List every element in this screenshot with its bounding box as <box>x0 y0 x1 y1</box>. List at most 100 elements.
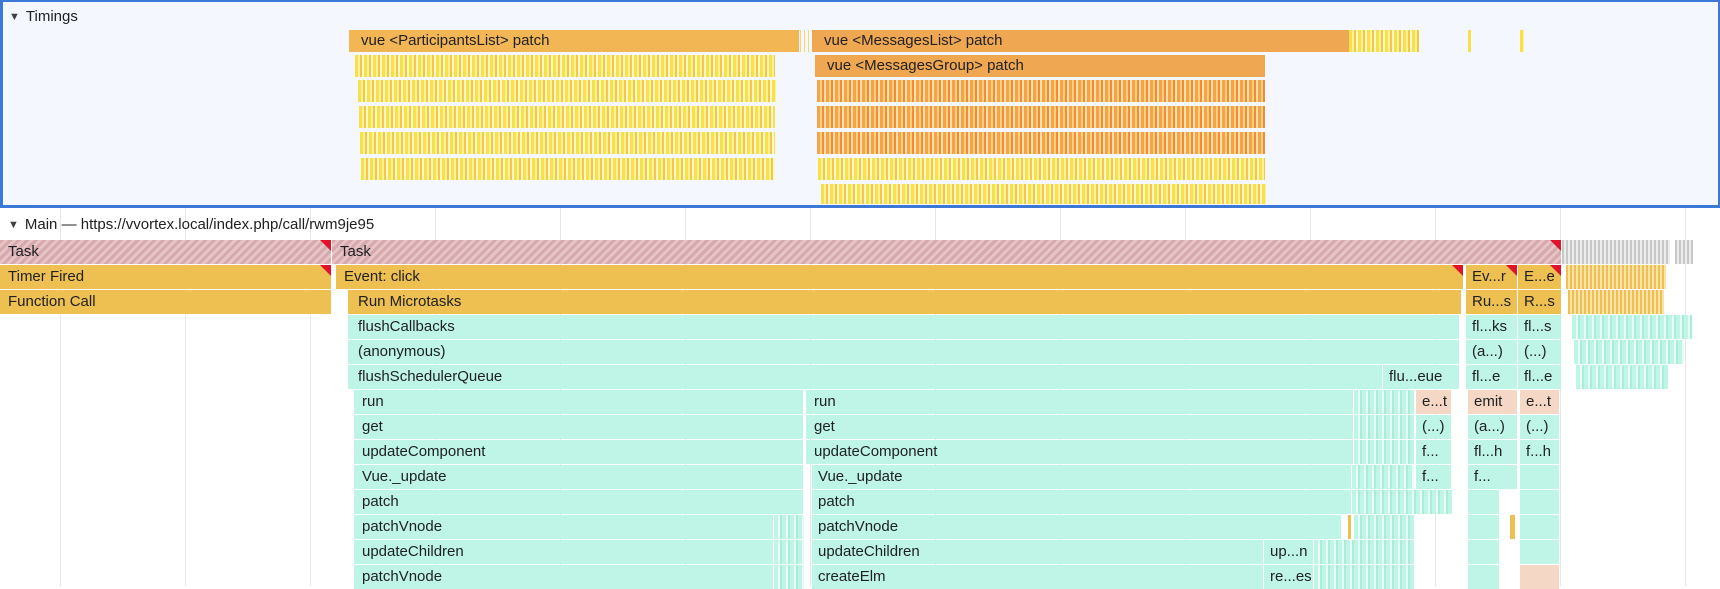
flame-slice[interactable]: e...t <box>1520 390 1560 414</box>
flame-slice[interactable]: fl...e <box>1466 365 1518 389</box>
flame-slice[interactable]: flushSchedulerQueue <box>348 365 1383 389</box>
flame-slice[interactable] <box>1468 540 1500 564</box>
flame-slice[interactable]: Run Microtasks <box>348 290 1462 314</box>
timing-mark-cluster[interactable] <box>360 132 775 154</box>
flame-slice[interactable]: get <box>354 415 804 439</box>
flame-slice[interactable]: patch <box>812 490 1352 514</box>
flame-slice[interactable]: Ev...r <box>1466 265 1518 289</box>
timing-mark-cluster[interactable] <box>359 106 775 128</box>
timing-mark-cluster[interactable] <box>818 158 1265 180</box>
flame-slice[interactable] <box>1520 490 1560 514</box>
flame-slice-cluster[interactable] <box>1568 290 1664 314</box>
flame-slice[interactable]: f... <box>1416 440 1452 464</box>
flame-slice[interactable]: patchVnode <box>812 515 1342 539</box>
collapse-triangle-icon[interactable]: ▼ <box>8 219 19 231</box>
timings-track-header[interactable]: ▼ Timings <box>9 8 78 25</box>
flame-slice[interactable]: updateComponent <box>806 440 1354 464</box>
timing-mark-cluster[interactable] <box>817 132 1265 154</box>
flame-slice[interactable] <box>1520 565 1560 589</box>
flame-slice[interactable]: (a...) <box>1466 340 1518 364</box>
timing-mark-cluster[interactable] <box>817 106 1265 128</box>
flame-slice[interactable]: f... <box>1468 465 1518 489</box>
flame-slice-cluster[interactable] <box>1354 415 1414 439</box>
flame-slice[interactable]: patch <box>354 490 804 514</box>
flame-slice[interactable] <box>1468 515 1500 539</box>
flame-slice[interactable]: f...h <box>1520 440 1560 464</box>
flame-slice[interactable]: flushCallbacks <box>348 315 1460 339</box>
flame-slice[interactable] <box>1520 515 1560 539</box>
timing-messages-patch[interactable]: vue <MessagesList> patch <box>812 30 1349 52</box>
flame-slice-cluster[interactable] <box>774 565 804 589</box>
flame-slice-cluster[interactable] <box>774 540 804 564</box>
timing-messages-group-patch[interactable]: vue <MessagesGroup> patch <box>815 55 1265 77</box>
flame-slice-cluster[interactable] <box>1562 240 1670 264</box>
flame-slice[interactable]: patchVnode <box>354 515 774 539</box>
flame-slice-cluster[interactable] <box>1354 390 1414 414</box>
flame-slice-cluster[interactable] <box>1566 265 1666 289</box>
flame-slice[interactable]: E...e <box>1518 265 1562 289</box>
flame-slice[interactable]: (...) <box>1518 340 1562 364</box>
main-track-header[interactable]: ▼ Main — https://vvortex.local/index.php… <box>8 216 374 233</box>
main-thread-track[interactable]: ▼ Main — https://vvortex.local/index.php… <box>0 210 1720 589</box>
flame-slice-cluster[interactable] <box>1352 465 1414 489</box>
flame-slice[interactable]: Vue._update <box>354 465 804 489</box>
timing-mark-cluster[interactable] <box>800 30 810 52</box>
flame-slice[interactable] <box>1468 565 1500 589</box>
flame-slice[interactable]: updateComponent <box>354 440 804 464</box>
flame-slice-cluster[interactable] <box>1675 240 1693 264</box>
flame-slice-cluster[interactable] <box>1314 540 1414 564</box>
flame-slice[interactable]: patchVnode <box>354 565 774 589</box>
flame-slice[interactable]: (anonymous) <box>348 340 1460 364</box>
flame-slice[interactable]: Function Call <box>0 290 332 314</box>
flame-slice[interactable]: f... <box>1416 465 1452 489</box>
flame-slice[interactable]: Timer Fired <box>0 265 332 289</box>
flame-slice[interactable] <box>1520 540 1560 564</box>
flame-slice[interactable]: run <box>354 390 804 414</box>
timing-participants-patch[interactable]: vue <ParticipantsList> patch <box>349 30 799 52</box>
flame-slice[interactable]: re...es <box>1264 565 1314 589</box>
flame-slice-cluster[interactable] <box>1576 365 1668 389</box>
flame-slice[interactable]: Ru...s <box>1466 290 1518 314</box>
timing-mark-cluster[interactable] <box>355 55 775 77</box>
flame-slice-cluster[interactable] <box>774 515 804 539</box>
flame-slice[interactable]: e...t <box>1416 390 1452 414</box>
flame-slice[interactable]: Event: click <box>336 265 1464 289</box>
flame-slice[interactable]: up...n <box>1264 540 1314 564</box>
flame-slice-cluster[interactable] <box>1574 340 1684 364</box>
flame-slice-cluster[interactable] <box>1354 440 1414 464</box>
timings-track[interactable]: ▼ Timings vue <ParticipantsList> patch v… <box>0 0 1720 208</box>
timing-mark-cluster[interactable] <box>817 80 1265 102</box>
flame-slice-cluster[interactable] <box>1354 515 1414 539</box>
flame-slice[interactable] <box>1510 515 1516 539</box>
flame-slice[interactable]: fl...s <box>1518 315 1562 339</box>
flame-slice[interactable] <box>1520 465 1560 489</box>
timing-mark-cluster[interactable] <box>1349 30 1419 52</box>
flame-slice[interactable]: fl...e <box>1518 365 1562 389</box>
flame-slice[interactable] <box>1348 515 1352 539</box>
timing-mark[interactable] <box>1468 30 1471 52</box>
flame-slice-cluster[interactable] <box>1572 315 1692 339</box>
flame-slice[interactable]: (...) <box>1416 415 1452 439</box>
flame-slice[interactable]: Task <box>0 240 332 264</box>
flame-slice[interactable]: (a...) <box>1468 415 1518 439</box>
timing-mark-cluster[interactable] <box>358 80 776 102</box>
flame-slice[interactable]: updateChildren <box>354 540 774 564</box>
collapse-triangle-icon[interactable]: ▼ <box>9 11 20 23</box>
flame-slice-cluster[interactable] <box>1352 490 1452 514</box>
flame-slice[interactable]: fl...ks <box>1466 315 1518 339</box>
flame-slice[interactable]: R...s <box>1518 290 1562 314</box>
flame-slice[interactable]: updateChildren <box>812 540 1264 564</box>
flame-slice[interactable]: flu...eue <box>1383 365 1460 389</box>
flame-slice[interactable]: (...) <box>1520 415 1560 439</box>
flame-slice-cluster[interactable] <box>1314 565 1414 589</box>
flame-slice[interactable]: emit <box>1468 390 1518 414</box>
timing-mark[interactable] <box>1520 30 1524 52</box>
flame-slice[interactable]: createElm <box>812 565 1264 589</box>
flame-slice[interactable]: fl...h <box>1468 440 1518 464</box>
flame-slice[interactable] <box>1468 490 1500 514</box>
flame-slice[interactable]: Vue._update <box>812 465 1352 489</box>
flame-slice[interactable]: run <box>806 390 1354 414</box>
timing-mark-cluster[interactable] <box>821 184 1266 204</box>
flame-slice[interactable]: Task <box>332 240 1562 264</box>
flame-slice[interactable]: get <box>806 415 1354 439</box>
